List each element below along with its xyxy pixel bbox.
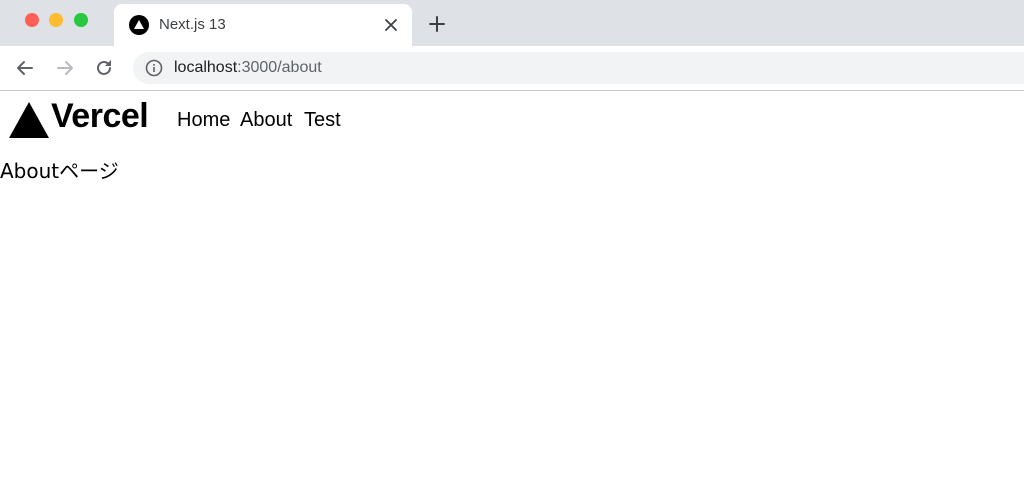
- logo-wordmark: Vercel: [51, 97, 149, 135]
- maximize-window-button[interactable]: [74, 13, 88, 27]
- url-host: localhost: [174, 59, 238, 76]
- nav-link-about[interactable]: About: [240, 109, 292, 132]
- nav-link-home[interactable]: Home: [177, 109, 230, 132]
- vercel-logo[interactable]: Vercel: [9, 97, 169, 139]
- nav-link-test[interactable]: Test: [304, 109, 341, 132]
- address-bar[interactable]: localhost:3000/about: [133, 52, 1024, 84]
- browser-titlebar: Next.js 13: [0, 0, 1024, 46]
- page-viewport: Vercel Home About Test Aboutページ: [0, 91, 1024, 484]
- arrow-right-icon[interactable]: [54, 57, 76, 79]
- arrow-left-icon[interactable]: [14, 57, 36, 79]
- url-path: :3000/about: [237, 59, 322, 76]
- reload-icon[interactable]: [93, 57, 115, 79]
- browser-toolbar: localhost:3000/about: [0, 46, 1024, 90]
- vercel-triangle-icon: [9, 102, 49, 138]
- plus-icon[interactable]: [426, 13, 448, 35]
- site-header: Vercel Home About Test: [0, 91, 1024, 147]
- page-content-text: Aboutページ: [0, 159, 119, 183]
- minimize-window-button[interactable]: [49, 13, 63, 27]
- close-icon[interactable]: [380, 14, 402, 36]
- close-window-button[interactable]: [25, 13, 39, 27]
- info-icon[interactable]: [145, 59, 163, 77]
- tab-title: Next.js 13: [159, 16, 226, 33]
- browser-tab[interactable]: Next.js 13: [114, 4, 412, 46]
- nextjs-triangle-icon: [129, 15, 149, 35]
- url-text: localhost:3000/about: [174, 59, 322, 77]
